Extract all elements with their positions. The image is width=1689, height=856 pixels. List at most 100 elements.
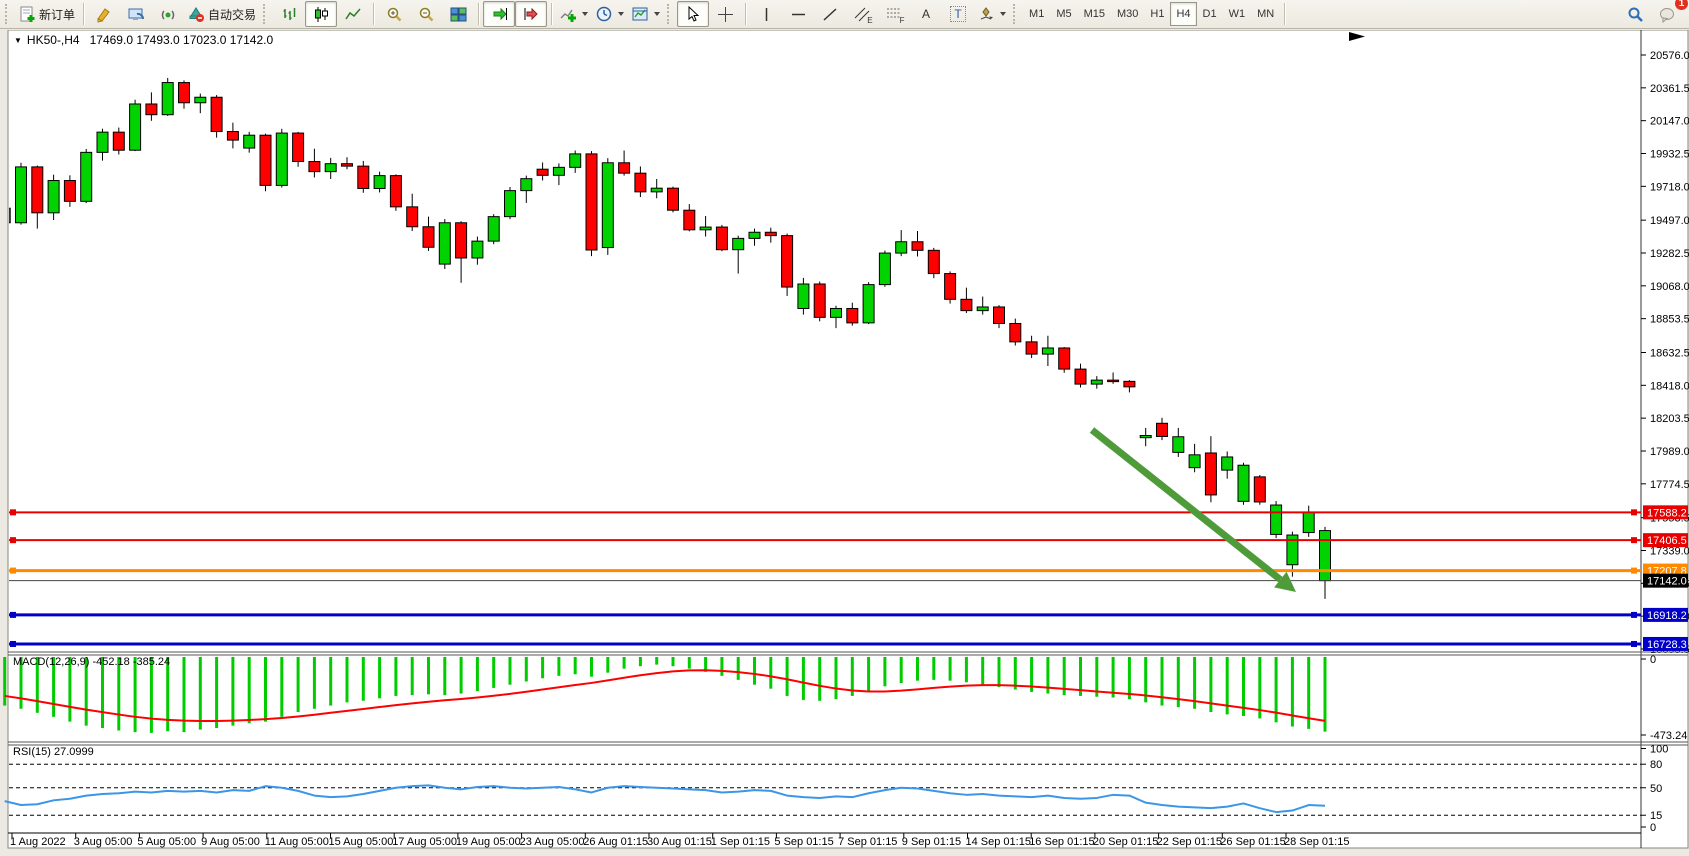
separator xyxy=(745,3,746,25)
candle-body xyxy=(1320,531,1331,581)
line-handle xyxy=(10,641,16,647)
candle-body xyxy=(586,154,597,250)
toolbar-grip[interactable] xyxy=(263,4,270,24)
indicators-button[interactable] xyxy=(556,1,592,27)
rsi-value: 27.0999 xyxy=(54,746,94,758)
channel-button[interactable]: E xyxy=(846,1,878,27)
candle-body xyxy=(651,188,662,192)
separator xyxy=(83,3,84,25)
publisher-button[interactable] xyxy=(120,1,152,27)
timeframe-h1[interactable]: H1 xyxy=(1144,2,1170,26)
cursor-icon xyxy=(685,6,702,23)
indicators-icon xyxy=(560,6,577,23)
candle-body xyxy=(293,133,304,161)
new-order-button[interactable]: 新订单 xyxy=(15,1,79,27)
auto-scroll-button[interactable] xyxy=(483,1,515,27)
shapes-button[interactable] xyxy=(974,1,1010,27)
timeframe-h4[interactable]: H4 xyxy=(1170,2,1196,26)
text-icon: A xyxy=(922,7,930,21)
candle-body xyxy=(521,179,532,191)
timeframe-m1[interactable]: M1 xyxy=(1023,2,1050,26)
rsi-axis-label: 0 xyxy=(1650,822,1656,834)
chat-button[interactable]: 1 xyxy=(1651,1,1683,27)
candle-body xyxy=(358,166,369,188)
signals-button[interactable] xyxy=(152,1,184,27)
collapse-caret-icon[interactable]: ▼ xyxy=(14,36,22,45)
fibonacci-icon: F xyxy=(886,6,903,23)
candle-body xyxy=(928,250,939,273)
shapes-icon xyxy=(978,6,995,23)
macd-axis-label: -473.24 xyxy=(1650,730,1687,742)
candle-body xyxy=(700,227,711,230)
time-tick-label: 5 Sep 01:15 xyxy=(774,836,833,848)
cursor-button[interactable] xyxy=(677,1,709,27)
time-tick-label: 26 Aug 01:15 xyxy=(583,836,648,848)
horizontal-line-button[interactable] xyxy=(782,1,814,27)
candlestick-icon xyxy=(313,6,330,23)
candle-body xyxy=(1157,423,1168,436)
fibo-sub-label: F xyxy=(900,16,905,25)
separator xyxy=(1284,3,1285,25)
periods-button[interactable] xyxy=(592,1,628,27)
candle-body xyxy=(570,154,581,167)
timeframe-m5[interactable]: M5 xyxy=(1050,2,1077,26)
candle-body xyxy=(782,236,793,287)
fibonacci-button[interactable]: F xyxy=(878,1,910,27)
crayon-button[interactable] xyxy=(88,1,120,27)
toolbar-grip[interactable] xyxy=(1013,4,1020,24)
candle-body xyxy=(81,152,92,201)
candle-body xyxy=(814,284,825,317)
timeframe-mn[interactable]: MN xyxy=(1251,2,1280,26)
price-tick-label: 18853.5 xyxy=(1650,314,1689,326)
label-icon: T xyxy=(950,6,965,22)
candle-body xyxy=(179,83,190,103)
timeframe-w1[interactable]: W1 xyxy=(1223,2,1252,26)
candle-body xyxy=(423,227,434,248)
timeframe-d1[interactable]: D1 xyxy=(1197,2,1223,26)
price-tick-label: 17339.0 xyxy=(1650,545,1689,557)
vertical-line-button[interactable] xyxy=(750,1,782,27)
candle-body xyxy=(1108,380,1119,382)
zoom-in-button[interactable] xyxy=(378,1,410,27)
text-button[interactable]: A xyxy=(910,1,942,27)
trendline-button[interactable] xyxy=(814,1,846,27)
time-tick-label: 9 Aug 05:00 xyxy=(201,836,260,848)
macd-axis-label: 0 xyxy=(1650,654,1656,666)
toolbar-grip[interactable] xyxy=(667,4,674,24)
autotrading-button[interactable]: 自动交易 xyxy=(184,1,260,27)
chat-icon xyxy=(1659,6,1676,23)
separator xyxy=(373,3,374,25)
candle-body xyxy=(1026,342,1037,354)
label-button[interactable]: T xyxy=(942,1,974,27)
line-chart-button[interactable] xyxy=(337,1,369,27)
chevron-down-icon xyxy=(654,12,660,16)
time-tick-label: 28 Sep 01:15 xyxy=(1284,836,1349,848)
candlestick-button[interactable] xyxy=(305,1,337,27)
timeframe-m30[interactable]: M30 xyxy=(1111,2,1144,26)
candle-body xyxy=(912,242,923,251)
price-chart[interactable]: 20576.020361.520147.019932.519718.019497… xyxy=(0,30,1689,856)
zoom-out-button[interactable] xyxy=(410,1,442,27)
candle-body xyxy=(32,167,43,213)
candle-body xyxy=(1173,437,1184,453)
candle-body xyxy=(1091,380,1102,384)
timeframe-m15[interactable]: M15 xyxy=(1078,2,1111,26)
time-tick-label: 7 Sep 01:15 xyxy=(838,836,897,848)
crosshair-button[interactable] xyxy=(709,1,741,27)
candle-body xyxy=(113,132,124,150)
candle-body xyxy=(896,242,907,253)
terminal-window: 新订单 自动交易 xyxy=(0,0,1689,856)
search-icon xyxy=(1627,6,1644,23)
bar-chart-button[interactable] xyxy=(273,1,305,27)
templates-button[interactable] xyxy=(628,1,664,27)
toolbar-grip[interactable] xyxy=(5,4,12,24)
chart-shift-button[interactable] xyxy=(515,1,547,27)
price-badge-label: 16918.2 xyxy=(1647,610,1687,622)
time-tick-label: 26 Sep 01:15 xyxy=(1220,836,1285,848)
candle-body xyxy=(716,227,727,250)
price-tick-label: 20147.0 xyxy=(1650,116,1689,128)
rsi-name: RSI(15) xyxy=(13,746,51,758)
search-button[interactable] xyxy=(1619,1,1651,27)
tile-windows-button[interactable] xyxy=(442,1,474,27)
price-tick-label: 19718.0 xyxy=(1650,181,1689,193)
